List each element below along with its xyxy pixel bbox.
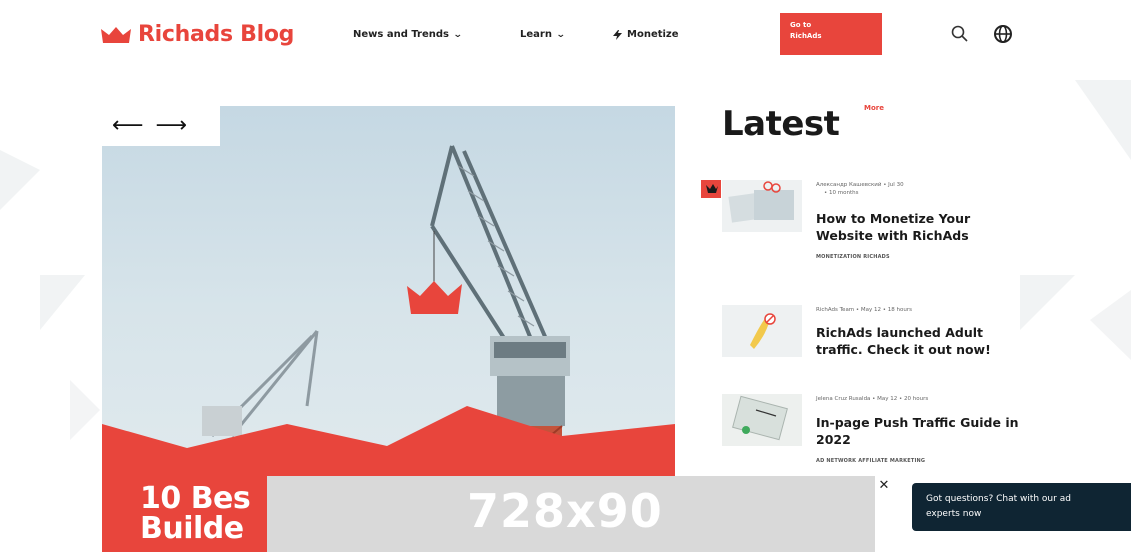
hero-title-line-1: 10 Bes xyxy=(140,481,251,516)
latest-heading: Latest xyxy=(722,104,840,144)
post-badge xyxy=(701,180,721,198)
post-meta-line: Jelena Cruz Rusalda • May 12 • 20 hours xyxy=(816,396,929,402)
nav-learn[interactable]: Learn ⌄ xyxy=(520,29,566,40)
nav-monetize[interactable]: Monetize xyxy=(613,29,679,40)
nav-label: Monetize xyxy=(627,29,679,40)
crown-badge-icon xyxy=(706,184,718,193)
close-icon[interactable]: ✕ xyxy=(876,478,892,494)
more-link[interactable]: More xyxy=(864,104,884,112)
hero-title-line-2: Builde xyxy=(140,511,244,546)
post-meta: Александр Кашевский • Jul 30 • 10 months xyxy=(816,181,1016,197)
chat-text-line-1: Got questions? Chat with our ad xyxy=(926,494,1071,504)
post-thumbnail[interactable] xyxy=(722,180,802,232)
slider-arrows: ⟵ ⟶ xyxy=(102,106,220,146)
ad-banner[interactable]: 728x90 xyxy=(267,476,875,552)
list-item[interactable]: RichAds Team • May 12 • 18 hours RichAds… xyxy=(722,305,1032,365)
post-meta-line: Александр Кашевский • Jul 30 xyxy=(816,182,904,188)
post-title[interactable]: In-page Push Traffic Guide in 2022 xyxy=(816,414,1026,448)
list-item[interactable]: Jelena Cruz Rusalda • May 12 • 20 hours … xyxy=(722,394,1032,474)
chat-text-line-2: experts now xyxy=(926,509,982,519)
crown-logo-icon xyxy=(101,26,131,43)
chevron-down-icon: ⌄ xyxy=(555,29,566,40)
chevron-down-icon: ⌄ xyxy=(452,29,463,40)
post-meta-line: RichAds Team • May 12 • 18 hours xyxy=(816,307,912,313)
post-meta: Jelena Cruz Rusalda • May 12 • 20 hours xyxy=(816,395,1016,403)
logo-text: Richads Blog xyxy=(138,22,295,47)
chat-widget[interactable]: Got questions? Chat with our ad experts … xyxy=(912,483,1131,531)
nav-news-and-trends[interactable]: News and Trends ⌄ xyxy=(353,29,463,40)
go-to-richads-button[interactable]: Go to RichAds xyxy=(780,13,882,55)
post-meta: RichAds Team • May 12 • 18 hours xyxy=(816,306,1016,314)
post-title[interactable]: How to Monetize Your Website with RichAd… xyxy=(816,210,1026,244)
post-meta-line: • 10 months xyxy=(824,190,859,196)
arrow-right-icon[interactable]: ⟶ xyxy=(156,115,188,137)
cta-line-1: Go to xyxy=(790,21,812,29)
list-item[interactable]: Александр Кашевский • Jul 30 • 10 months… xyxy=(722,180,1032,270)
post-thumbnail-art xyxy=(732,395,788,441)
post-tags[interactable]: MONETIZATION RICHADS xyxy=(816,254,890,260)
post-thumbnail[interactable] xyxy=(722,305,802,357)
site-header: Richads Blog News and Trends ⌄ Learn ⌄ M… xyxy=(0,0,1131,78)
globe-icon[interactable] xyxy=(993,24,1013,44)
nav-label: Learn xyxy=(520,29,552,40)
ad-size-label: 728x90 xyxy=(467,484,663,538)
post-thumbnail-art xyxy=(728,181,794,223)
search-icon[interactable] xyxy=(950,24,970,44)
hero-title[interactable]: 10 Bes Builde xyxy=(140,481,251,546)
post-title[interactable]: RichAds launched Adult traffic. Check it… xyxy=(816,324,1026,358)
post-tags[interactable]: AD NETWORK AFFILIATE MARKETING xyxy=(816,458,925,464)
post-thumbnail[interactable] xyxy=(722,394,802,446)
arrow-left-icon[interactable]: ⟵ xyxy=(112,115,144,137)
cta-line-2: RichAds xyxy=(790,32,822,40)
logo[interactable]: Richads Blog xyxy=(101,22,294,47)
nav-label: News and Trends xyxy=(353,29,449,40)
post-thumbnail-art xyxy=(750,313,776,349)
lightning-icon xyxy=(613,29,622,40)
